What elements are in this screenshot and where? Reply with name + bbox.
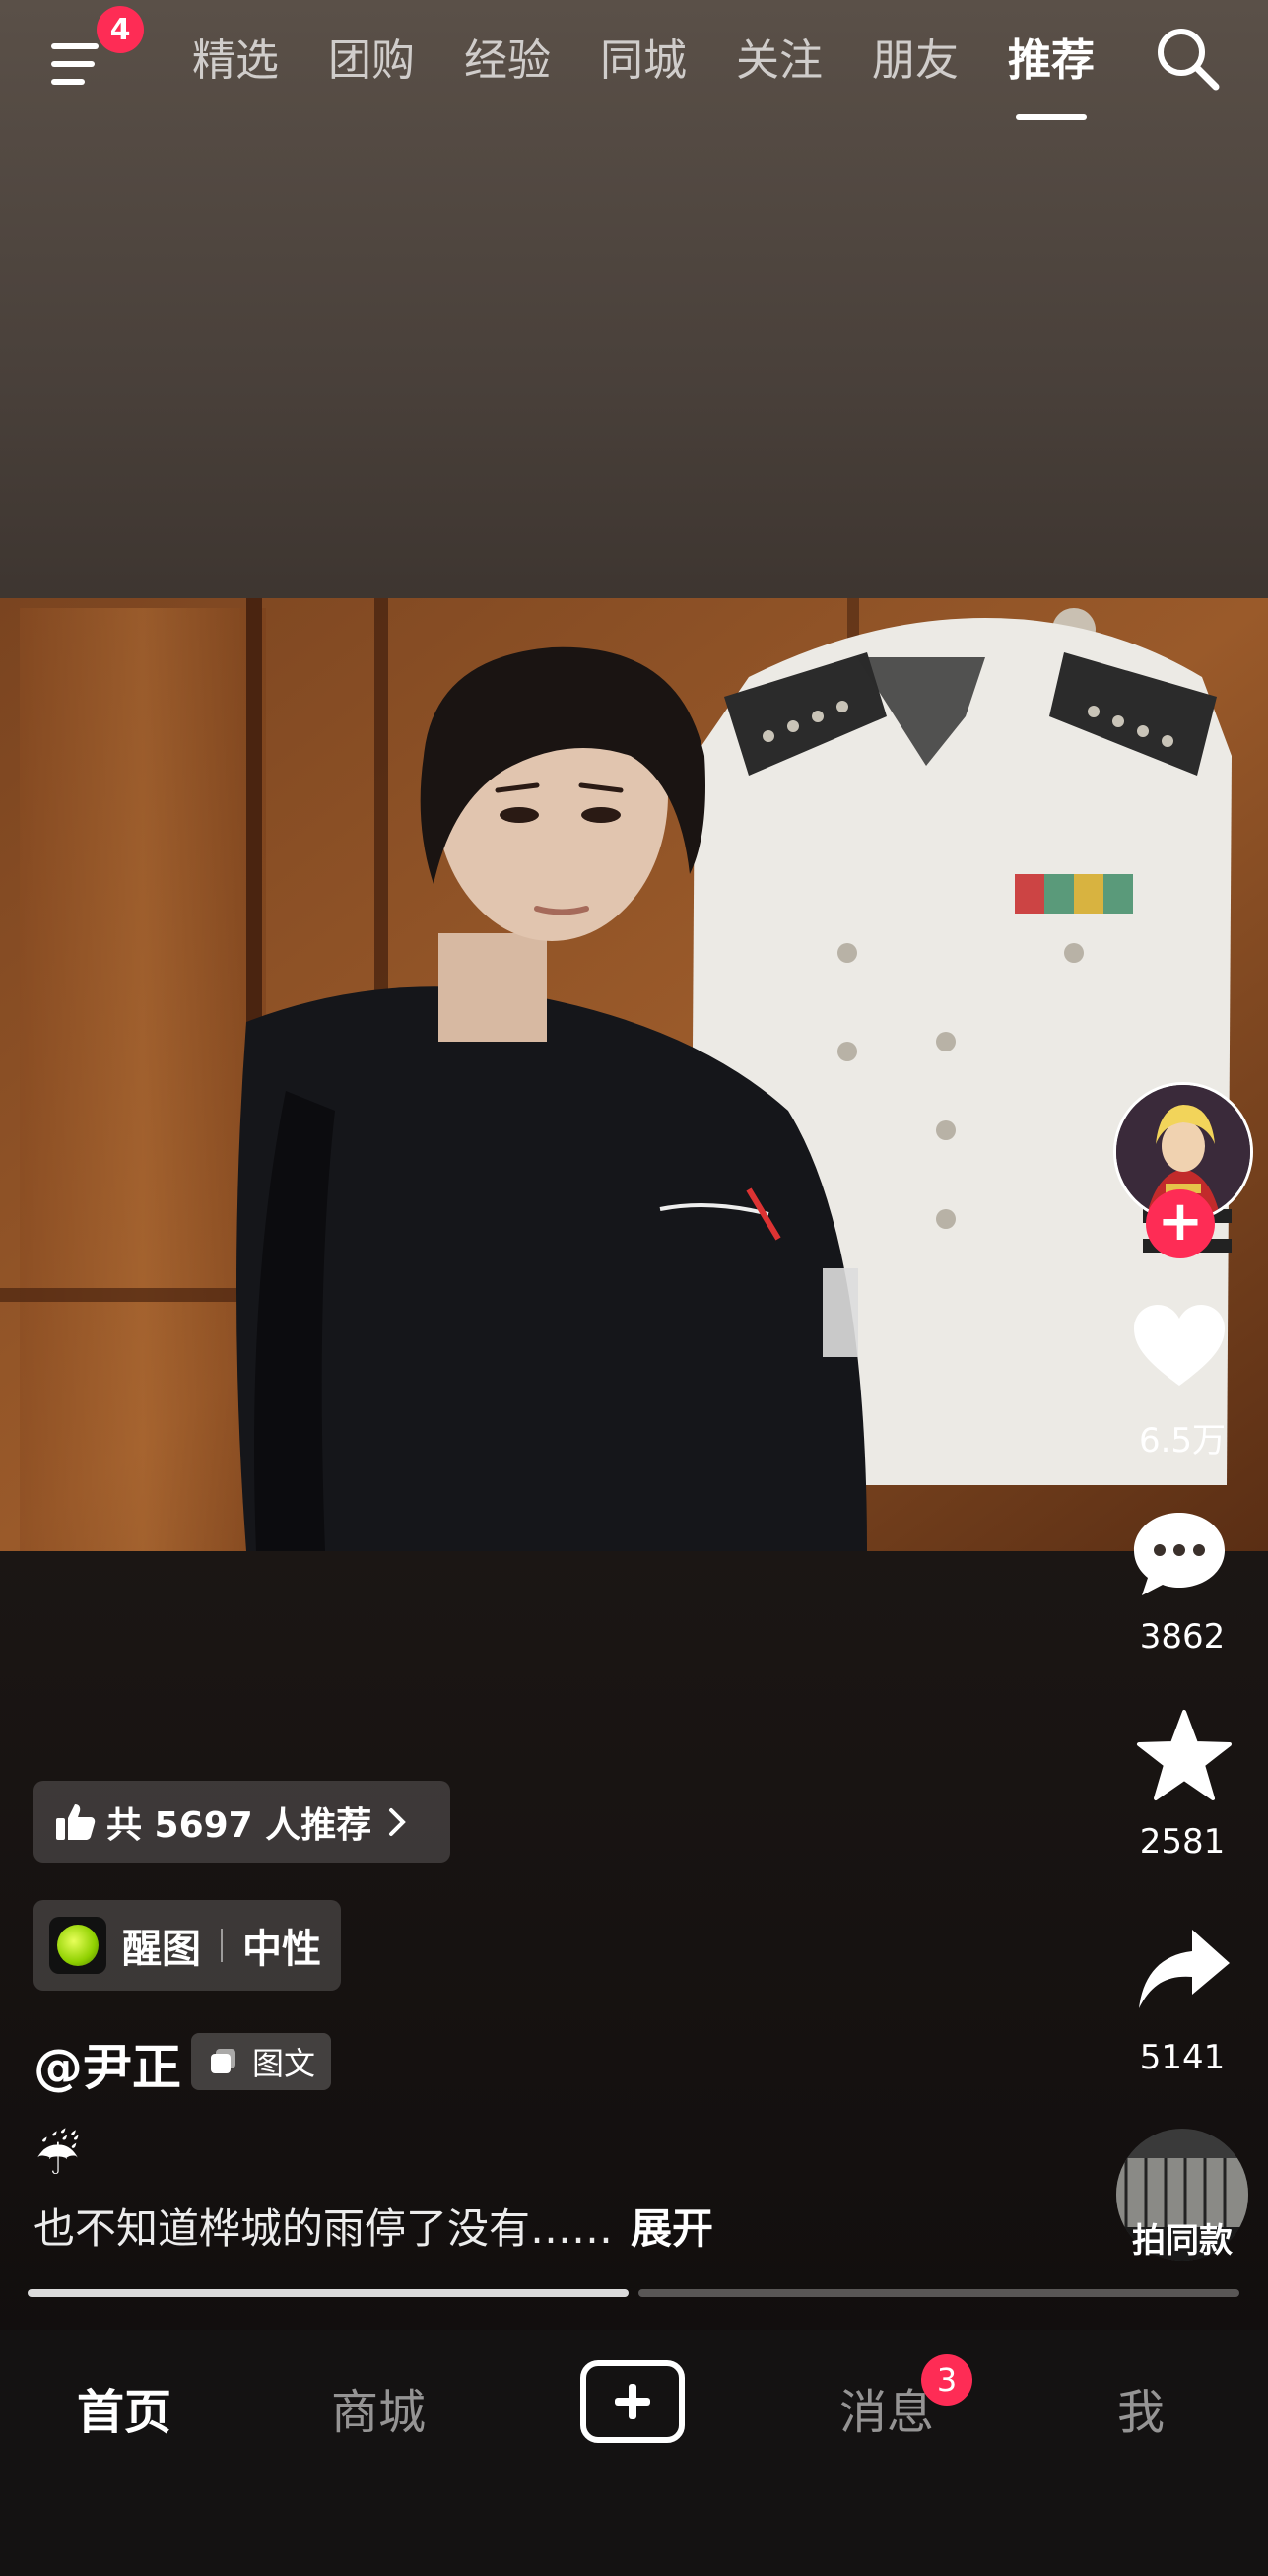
tab-mall[interactable]: 商城 <box>280 2373 477 2442</box>
post-image[interactable] <box>0 598 1268 1551</box>
expand-link[interactable]: 展开 <box>631 2204 713 2253</box>
recommend-count-text: 共 5697 人推荐 <box>106 1804 372 1846</box>
tab-group-buy[interactable]: 团购 <box>303 30 439 99</box>
feed-tabs: 精选 团购 经验 同城 关注 朋友 推荐 <box>167 30 1119 99</box>
app-tag: 中性 <box>242 1927 321 1972</box>
favorite-button[interactable] <box>1135 1708 1243 1806</box>
post-caption: 也不知道桦城的雨停了没有…… 展开 <box>33 2196 713 2256</box>
post-type-badge: 图文 <box>191 2033 332 2090</box>
tab-local[interactable]: 同城 <box>575 30 711 99</box>
tab-featured[interactable]: 精选 <box>167 30 303 99</box>
top-nav: 4 精选 团购 经验 同城 关注 朋友 推荐 <box>0 0 1268 123</box>
thumbs-up-icon <box>56 1803 96 1840</box>
tab-friends[interactable]: 朋友 <box>847 30 983 99</box>
like-count: 6.5万 <box>1138 1421 1227 1460</box>
share-arrow-icon <box>1139 1930 1230 2008</box>
plus-icon: + <box>1157 1189 1204 1254</box>
recommend-pill[interactable]: 共 5697 人推荐 <box>33 1781 451 1863</box>
search-button[interactable] <box>1153 24 1222 93</box>
app-logo-icon <box>49 1917 106 1974</box>
tab-me[interactable]: 我 <box>1042 2373 1239 2442</box>
app-source-pill[interactable]: 醒图 中性 <box>33 1900 341 1991</box>
comment-button[interactable] <box>1130 1505 1238 1603</box>
image-text-icon <box>211 2049 235 2073</box>
author-name[interactable]: @尹正 <box>33 2028 181 2099</box>
menu-badge: 4 <box>97 6 144 53</box>
create-button[interactable] <box>580 2360 685 2443</box>
comment-icon <box>1134 1513 1225 1595</box>
share-count: 5141 <box>1139 2038 1226 2077</box>
comment-count: 3862 <box>1139 1617 1226 1657</box>
post-type-label: 图文 <box>252 2045 316 2082</box>
tab-following[interactable]: 关注 <box>711 30 847 99</box>
post-photo <box>0 598 1268 1551</box>
search-icon <box>1158 29 1220 91</box>
same-style-label[interactable]: 拍同款 <box>1103 2213 1261 2262</box>
plus-icon <box>615 2384 650 2419</box>
image-progress-segment-2 <box>638 2289 1239 2297</box>
caption-text: 也不知道桦城的雨停了没有…… <box>33 2204 614 2253</box>
messages-badge: 3 <box>921 2354 972 2406</box>
like-button[interactable] <box>1130 1299 1238 1397</box>
tab-experience[interactable]: 经验 <box>439 30 575 99</box>
divider <box>221 1929 223 1962</box>
app-name: 醒图 <box>122 1927 201 1972</box>
heart-icon <box>1134 1305 1225 1386</box>
image-progress-segment-1 <box>28 2289 629 2297</box>
menu-icon <box>51 43 99 49</box>
rain-umbrella-emoji: ☔ <box>35 2129 80 2186</box>
chevron-right-icon <box>389 1807 407 1836</box>
share-button[interactable] <box>1135 1922 1243 2020</box>
tab-recommended[interactable]: 推荐 <box>983 30 1119 99</box>
star-icon <box>1137 1710 1232 1800</box>
favorite-count: 2581 <box>1139 1822 1226 1862</box>
tab-home[interactable]: 首页 <box>26 2373 223 2442</box>
follow-button[interactable]: + <box>1146 1189 1215 1258</box>
